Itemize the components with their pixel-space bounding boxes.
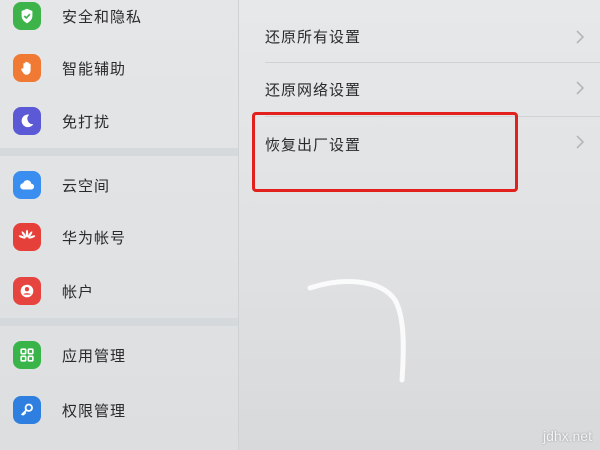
chevron-right-icon: [574, 29, 586, 45]
watermark: jdhx.net: [542, 428, 592, 444]
key-icon: [13, 396, 41, 424]
chevron-right-icon: [574, 134, 586, 150]
reset-all-settings-row[interactable]: 还原所有设置: [239, 10, 600, 64]
sidebar-item-do-not-disturb[interactable]: 免打扰: [0, 96, 238, 146]
sidebar-item-label: 华为帐号: [62, 228, 127, 247]
cloud-icon: [13, 171, 41, 199]
sidebar-item-huawei-account[interactable]: 华为帐号: [0, 212, 238, 262]
account-icon: [13, 277, 41, 305]
sidebar-item-permission-management[interactable]: 权限管理: [0, 385, 238, 435]
shield-icon: [13, 2, 41, 30]
factory-reset-highlight-box: [252, 112, 518, 192]
reset-network-settings-row[interactable]: 还原网络设置: [239, 63, 600, 117]
sidebar-item-label: 权限管理: [62, 401, 127, 420]
sidebar-item-app-management[interactable]: 应用管理: [0, 330, 238, 380]
sidebar-item-label: 云空间: [62, 176, 111, 195]
hand-icon: [13, 54, 41, 82]
sidebar-item-label: 应用管理: [62, 346, 127, 365]
huawei-logo-icon: [13, 223, 41, 251]
sidebar-item-smart-assist[interactable]: 智能辅助: [0, 43, 238, 93]
sidebar-item-label: 帐户: [62, 282, 95, 301]
row-label: 还原网络设置: [265, 81, 362, 99]
settings-sidebar: 安全和隐私 智能辅助 免打扰 云空间 华为帐号 帐户 应用管理 权限管理: [0, 0, 239, 450]
sidebar-item-label: 智能辅助: [62, 59, 127, 78]
chevron-right-icon: [574, 80, 586, 96]
sidebar-item-label: 安全和隐私: [62, 7, 143, 26]
sidebar-item-label: 免打扰: [62, 112, 111, 131]
reset-settings-panel: 还原所有设置 还原网络设置 恢复出厂设置: [239, 0, 600, 450]
sidebar-item-cloud[interactable]: 云空间: [0, 160, 238, 210]
sidebar-item-accounts[interactable]: 帐户: [0, 266, 238, 316]
row-label: 还原所有设置: [265, 28, 362, 46]
apps-grid-icon: [13, 341, 41, 369]
settings-screen: 安全和隐私 智能辅助 免打扰 云空间 华为帐号 帐户 应用管理 权限管理 还原所…: [0, 0, 600, 450]
group-divider: [0, 318, 238, 326]
sidebar-item-security-privacy[interactable]: 安全和隐私: [0, 0, 238, 41]
moon-icon: [13, 107, 41, 135]
group-divider: [0, 148, 238, 156]
